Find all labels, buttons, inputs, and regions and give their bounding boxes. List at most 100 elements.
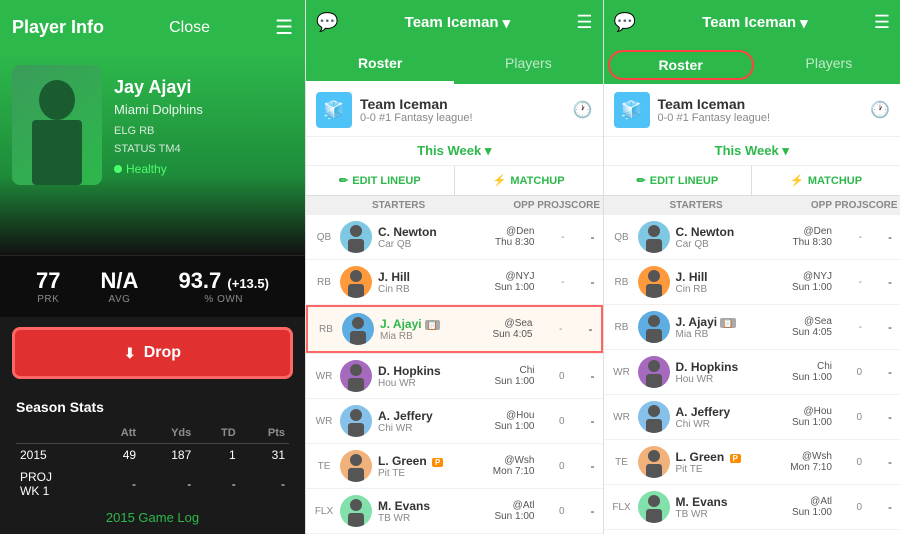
player-score: - [868,320,892,334]
player-proj: 0 [541,461,565,472]
list-item[interactable]: WR D. Hopkins Hou WR ChiSun 1:00 0 - [306,354,603,398]
player-opp: ChiSun 1:00 [494,365,534,387]
col-year [16,423,94,444]
list-item[interactable]: RB J. Hill Cin RB @NYJSun 1:00 - - [306,260,603,304]
roster-panel-left: 💬 Team Iceman ▾ ☰ Roster Players 🧊 Team … [305,0,603,534]
health-indicator: Healthy [114,162,281,176]
matchup-btn-left[interactable]: ⚡ MATCHUP [455,166,603,195]
player-details: J. Ajayi 📋 Mia RB [676,315,786,340]
player-row-name: J. Ajayi 📋 [676,315,786,329]
chat-icon[interactable]: 💬 [316,12,338,33]
prk-label: PRK [36,294,60,305]
player-row-name: D. Hopkins [676,360,786,374]
health-text: Healthy [126,162,167,176]
prk-stat: 77 PRK [36,268,60,305]
player-row-team: Mia RB [676,329,786,340]
list-item[interactable]: FLX M. Evans TB WR @AtlSun 1:00 0 - [306,489,603,533]
player-proj: - [838,277,862,288]
player-proj: 0 [838,502,862,513]
close-button[interactable]: Close [169,19,210,37]
pos-label: WR [612,367,632,378]
tab-bar-left: Roster Players [306,45,603,84]
tab-roster-right[interactable]: Roster [608,50,754,80]
player-row-team: Cin RB [676,284,786,295]
player-opp: @SeaSun 4:05 [492,318,532,340]
player-row-name: C. Newton [378,225,489,239]
player-proj: 0 [541,371,565,382]
player-row-team: Pit TE [378,468,487,479]
player-row-team: Hou WR [378,378,488,389]
avg-label: AVG [101,294,139,305]
tab-players-right[interactable]: Players [758,45,900,84]
pos-label: RB [612,277,632,288]
proj-col-right: Proj [832,200,862,211]
list-item[interactable]: TE L. Green P Pit TE @WshMon 7:10 0 - [604,440,900,484]
player-proj: 0 [838,457,862,468]
list-item[interactable]: D/ST Chiefs D/ST KC D/ST SDSun 1:00 0 - [604,530,900,534]
player-row-team: Mia RB [380,331,486,342]
player-score: - [868,500,892,514]
list-item[interactable]: RB J. Ajayi 📋 Mia RB @SeaSun 4:05 - - [306,305,603,353]
week-selector-right[interactable]: This Week ▾ [604,137,900,166]
pos-label: TE [314,461,334,472]
pos-label: RB [316,324,336,335]
player-thumb [340,221,372,253]
player-row-name: C. Newton [676,225,787,239]
score-col-left: Score [565,200,595,211]
action-bar-right: ✏ EDIT LINEUP ⚡ MATCHUP [604,166,900,196]
list-item[interactable]: TE L. Green P Pit TE @WshMon 7:10 0 - [306,444,603,488]
player-details: M. Evans TB WR [378,499,488,524]
edit-lineup-btn-right[interactable]: ✏ EDIT LINEUP [604,166,753,195]
player-thumb [340,450,372,482]
clock-icon-right[interactable]: 🕐 [870,100,890,120]
player-thumb [638,311,670,343]
starters-label-left: STARTERS [334,200,475,211]
roster-header-left: 💬 Team Iceman ▾ ☰ [306,0,603,45]
player-details: M. Evans TB WR [676,495,786,520]
list-item[interactable]: WR D. Hopkins Hou WR ChiSun 1:00 0 - [604,350,900,394]
opp-col-left: Opp [475,200,535,211]
clock-icon-left[interactable]: 🕐 [573,100,593,120]
list-item[interactable]: RB J. Ajayi 📋 Mia RB @SeaSun 4:05 - - [604,305,900,349]
col-yds: Yds [140,423,195,444]
list-item[interactable]: FLX M. Evans TB WR @AtlSun 1:00 0 - [604,485,900,529]
pos-label: WR [612,412,632,423]
edit-lineup-btn-left[interactable]: ✏ EDIT LINEUP [306,166,455,195]
week-selector-left[interactable]: This Week ▾ [306,137,603,166]
player-row-team: Chi WR [676,419,786,430]
tab-roster-left[interactable]: Roster [306,45,454,84]
list-item[interactable]: QB C. Newton Car QB @DenThu 8:30 - - [306,215,603,259]
menu-icon-right[interactable]: ☰ [874,12,890,33]
player-thumb [340,495,372,527]
team-section-right: 🧊 Team Iceman 0-0 #1 Fantasy league! 🕐 [604,84,900,137]
player-proj: - [838,322,862,333]
player-score: - [571,275,595,289]
roster-list-left: QB C. Newton Car QB @DenThu 8:30 - - RB … [306,215,603,534]
matchup-btn-right[interactable]: ⚡ MATCHUP [752,166,900,195]
tab-bar-right: Roster Players [604,45,900,84]
own-label: % OWN [178,294,269,305]
avg-stat: N/A AVG [101,268,139,305]
player-proj: - [539,324,563,335]
list-item[interactable]: WR A. Jeffery Chi WR @HouSun 1:00 0 - [604,395,900,439]
drop-button[interactable]: ⬇ Drop [12,327,293,379]
menu-icon-left[interactable]: ☰ [576,12,592,33]
player-row-name: L. Green P [676,450,785,464]
player-score: - [571,414,595,428]
chat-icon-right[interactable]: 💬 [614,12,636,33]
player-opp: @HouSun 1:00 [494,410,534,432]
list-item[interactable]: QB C. Newton Car QB @DenThu 8:30 - - [604,215,900,259]
pos-label: WR [314,371,334,382]
game-log-link[interactable]: 2015 Game Log [16,510,289,525]
menu-icon[interactable]: ☰ [275,15,293,40]
list-item[interactable]: WR A. Jeffery Chi WR @HouSun 1:00 0 - [306,399,603,443]
player-thumb [638,266,670,298]
matchup-icon-right: ⚡ [790,174,804,187]
player-score: - [571,459,595,473]
list-item[interactable]: RB J. Hill Cin RB @NYJSun 1:00 - - [604,260,900,304]
tab-players-left[interactable]: Players [454,45,602,84]
player-row-name: L. Green P [378,454,487,468]
team-name-right: Team Iceman [658,96,863,112]
player-score: - [571,504,595,518]
player-opp: @DenThu 8:30 [793,226,832,248]
